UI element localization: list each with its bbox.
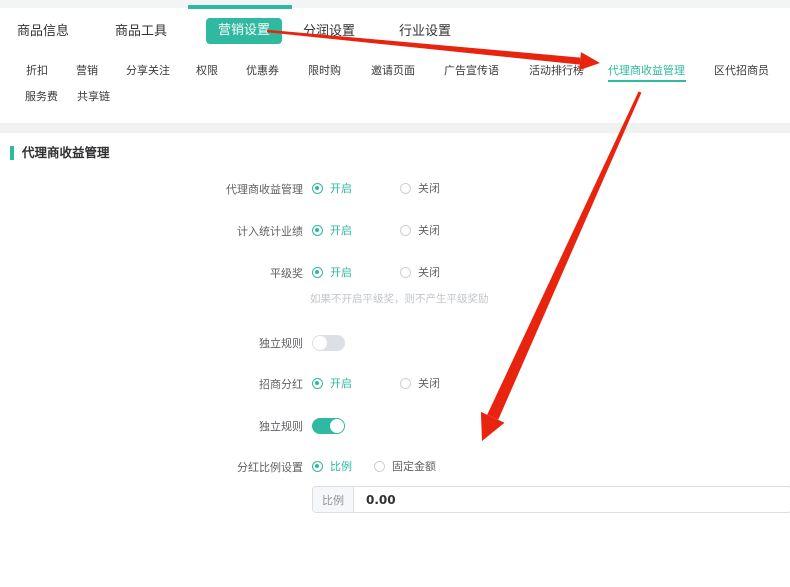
radio-on-icon [312, 461, 323, 472]
independent-rule-toggle-on[interactable] [312, 418, 345, 434]
subtab-share-follow[interactable]: 分享关注 [126, 63, 170, 78]
field-label: 代理商收益管理 [0, 181, 303, 198]
radio-on-icon [312, 183, 323, 194]
field-label: 计入统计业绩 [0, 223, 303, 240]
arrow-to-ratio-shaft [487, 91, 641, 419]
subtab-ad-slogan[interactable]: 广告宣传语 [444, 63, 499, 78]
subtab-permissions[interactable]: 权限 [196, 63, 218, 78]
active-tab-top-indicator [188, 5, 292, 9]
radio-off-icon [400, 267, 411, 278]
field-label: 平级奖 [0, 265, 303, 282]
subtab-agent-revenue-management[interactable]: 代理商收益管理 [608, 63, 685, 78]
radio-on-icon [312, 267, 323, 278]
radio-enable[interactable]: 开启 [312, 265, 352, 280]
subtab-shared-chain[interactable]: 共享链 [77, 89, 110, 104]
toggle-knob-icon [313, 336, 327, 350]
subtab-coupons[interactable]: 优惠券 [246, 63, 279, 78]
radio-off-icon [400, 378, 411, 389]
radio-on-icon [312, 378, 323, 389]
radio-label: 开启 [330, 181, 352, 196]
radio-label: 关闭 [418, 376, 440, 391]
radio-disable[interactable]: 关闭 [400, 181, 440, 196]
radio-fixed-amount[interactable]: 固定金额 [374, 459, 436, 474]
subtab-invite-page[interactable]: 邀请页面 [371, 63, 415, 78]
field-label: 独立规则 [0, 418, 303, 435]
radio-on-icon [312, 225, 323, 236]
radio-enable[interactable]: 开启 [312, 223, 352, 238]
tab-product-info[interactable]: 商品信息 [17, 24, 69, 40]
field-label: 招商分红 [0, 376, 303, 393]
radio-label: 开启 [330, 265, 352, 280]
radio-enable[interactable]: 开启 [312, 376, 352, 391]
independent-rule-toggle-off[interactable] [312, 335, 345, 351]
same-level-bonus-hint: 如果不开启平级奖，则不产生平级奖励 [310, 292, 489, 306]
tab-industry-settings[interactable]: 行业设置 [399, 24, 451, 40]
radio-enable[interactable]: 开启 [312, 181, 352, 196]
ratio-input-prefix: 比例 [313, 487, 354, 512]
radio-label: 关闭 [418, 223, 440, 238]
radio-disable[interactable]: 关闭 [400, 265, 440, 280]
radio-label: 开启 [330, 376, 352, 391]
toggle-knob-icon [330, 419, 344, 433]
radio-off-icon [374, 461, 385, 472]
arrow-to-ratio-head [481, 412, 505, 441]
field-label: 独立规则 [0, 335, 303, 352]
radio-label: 关闭 [418, 181, 440, 196]
subtab-activity-ranking[interactable]: 活动排行榜 [529, 63, 584, 78]
tab-product-tools[interactable]: 商品工具 [115, 24, 167, 40]
radio-label: 关闭 [418, 265, 440, 280]
radio-disable[interactable]: 关闭 [400, 223, 440, 238]
subtab-service-fee[interactable]: 服务费 [25, 89, 58, 104]
section-title-accent-bar [10, 146, 14, 160]
radio-off-icon [400, 225, 411, 236]
radio-label: 固定金额 [392, 459, 436, 474]
radio-off-icon [400, 183, 411, 194]
tab-profit-settings[interactable]: 分润设置 [303, 24, 355, 40]
section-divider [0, 123, 790, 133]
radio-label: 开启 [330, 223, 352, 238]
radio-ratio[interactable]: 比例 [312, 459, 352, 474]
agent-revenue-settings-page: 商品信息 商品工具 营销设置 分润设置 行业设置 折扣 营销 分享关注 权限 优… [0, 0, 790, 587]
ratio-input-group: 比例 [312, 486, 790, 513]
subtab-flash-sale[interactable]: 限时购 [308, 63, 341, 78]
ratio-input[interactable] [354, 487, 790, 512]
subtab-discount[interactable]: 折扣 [26, 63, 48, 78]
tab-marketing-settings[interactable]: 营销设置 [206, 18, 282, 44]
active-subtab-underline [608, 80, 686, 82]
section-title: 代理商收益管理 [22, 145, 110, 161]
subtab-district-agent-recruiter[interactable]: 区代招商员 [714, 63, 769, 78]
subtab-marketing[interactable]: 营销 [76, 63, 98, 78]
top-chrome-strip [0, 0, 790, 8]
field-label: 分红比例设置 [0, 459, 303, 476]
radio-disable[interactable]: 关闭 [400, 376, 440, 391]
radio-label: 比例 [330, 459, 352, 474]
